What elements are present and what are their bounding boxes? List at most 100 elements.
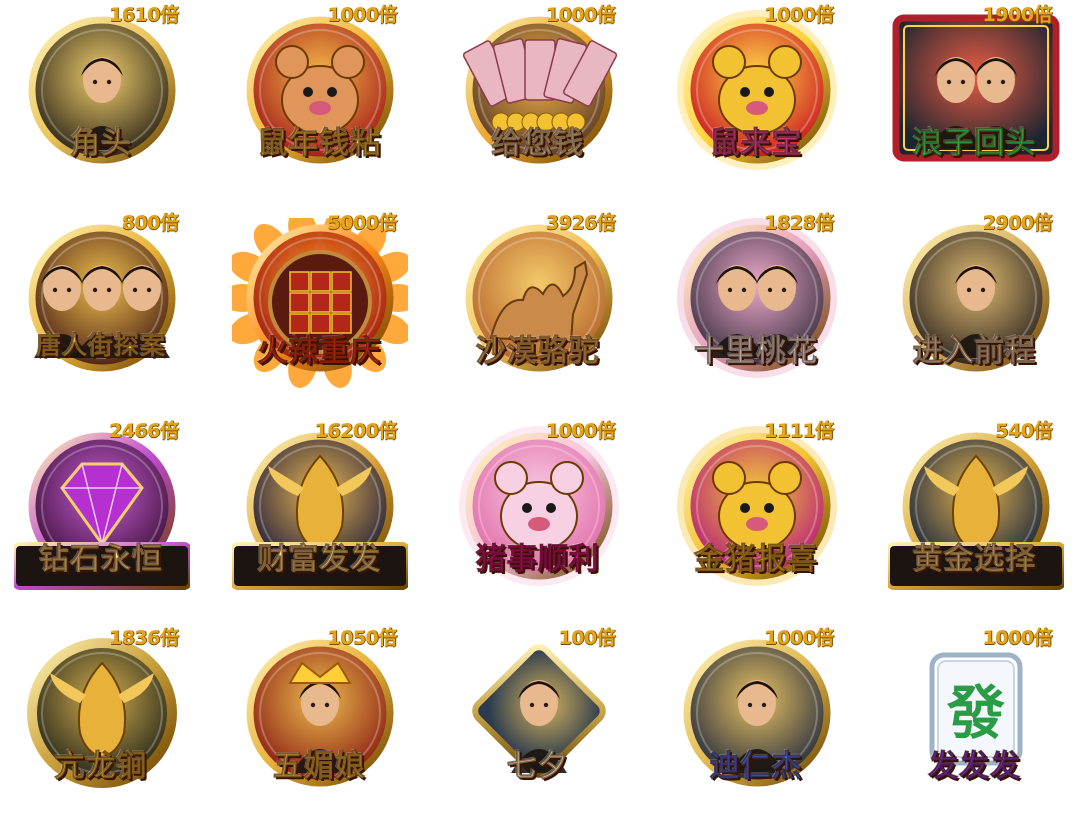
game-tile[interactable]: 5000倍火辣重庆	[218, 208, 436, 416]
game-title: 浪子回头	[912, 126, 1037, 162]
game-title: 迪仁杰	[709, 749, 803, 785]
multiplier-suffix: 倍	[815, 419, 834, 442]
multiplier-suffix: 倍	[378, 627, 397, 650]
detective-trio-icon	[14, 218, 190, 394]
multiplier-suffix: 倍	[815, 4, 834, 26]
multiplier-value: 1000	[327, 4, 379, 26]
game-title: 猪事顺利	[475, 541, 600, 577]
payout-multiplier: 1000倍	[764, 0, 834, 27]
multiplier-value: 5000	[327, 211, 379, 234]
multiplier-suffix: 倍	[378, 211, 397, 234]
payout-multiplier: 800倍	[122, 208, 179, 235]
game-title: 沙漠骆驼	[475, 333, 600, 369]
game-tile[interactable]: 2900倍进入前程	[874, 208, 1092, 416]
multiplier-suffix: 倍	[159, 627, 179, 650]
game-title: 钻石永恒	[39, 541, 163, 577]
payout-multiplier: 1111倍	[764, 416, 834, 443]
multiplier-value: 1828	[764, 211, 816, 234]
multiplier-value: 2466	[108, 419, 160, 442]
game-title: 鼠年钱粘	[257, 126, 382, 162]
game-grid: 1610倍 角头 1000倍 鼠年钱粘 1000倍 给您钱 1000倍 鼠来宝 1900倍 浪子回…	[0, 0, 1092, 831]
game-title: 亢龙锏	[54, 749, 148, 785]
multiplier-value: 1111	[764, 419, 816, 442]
game-tile[interactable]: 1000倍给您钱	[437, 0, 655, 208]
multiplier-suffix: 倍	[159, 211, 179, 234]
game-title: 角头	[70, 126, 132, 162]
multiplier-suffix: 倍	[596, 627, 616, 650]
game-tile[interactable]: 1000倍鼠年钱粘	[218, 0, 436, 208]
payout-multiplier: 2466倍	[108, 416, 179, 443]
game-tile[interactable]: 540倍黄金选择	[874, 416, 1092, 624]
multiplier-value: 1000	[982, 627, 1034, 650]
multiplier-value: 1000	[545, 4, 597, 26]
payout-multiplier: 100倍	[558, 623, 615, 650]
game-tile[interactable]: 1900倍浪子回头	[874, 0, 1092, 208]
multiplier-value: 1610	[108, 4, 160, 26]
multiplier-value: 540	[995, 419, 1034, 442]
payout-multiplier: 1050倍	[327, 623, 397, 650]
game-tile[interactable]: 1000倍鼠来宝	[655, 0, 873, 208]
payout-multiplier: 1000倍	[982, 623, 1053, 650]
payout-multiplier: 1000倍	[546, 416, 616, 443]
payout-multiplier: 1836倍	[108, 623, 179, 650]
game-title: 财富发发	[257, 541, 382, 577]
multiplier-value: 1836	[108, 627, 160, 650]
multiplier-value: 2900	[982, 211, 1034, 234]
game-tile[interactable]: 1610倍角头	[0, 0, 218, 208]
payout-multiplier: 2900倍	[982, 208, 1053, 235]
game-tile[interactable]: 16200倍财富发发	[218, 416, 436, 624]
game-title: 黄金选择	[912, 541, 1037, 577]
multiplier-suffix: 倍	[1033, 211, 1052, 234]
game-title: 五媚娘	[272, 749, 366, 785]
game-title: 唐人街探案	[35, 330, 166, 360]
game-tile[interactable]: 1000倍猪事顺利	[437, 416, 655, 624]
multiplier-value: 1900	[982, 4, 1034, 26]
game-tile[interactable]: 1836倍亢龙锏	[0, 623, 218, 831]
multiplier-suffix: 倍	[1033, 4, 1052, 26]
game-title: 十里桃花	[694, 333, 819, 369]
game-title: 金猪报喜	[694, 541, 819, 577]
payout-multiplier: 1900倍	[982, 0, 1053, 27]
game-tile[interactable]: 1111倍金猪报喜	[655, 416, 873, 624]
game-title: 发发发	[928, 749, 1022, 785]
game-title: 七夕	[506, 749, 569, 785]
game-title: 鼠来宝	[709, 126, 803, 162]
game-title: 进入前程	[912, 333, 1037, 369]
game-tile[interactable]: 1000倍迪仁杰	[655, 623, 873, 831]
payout-multiplier: 3926倍	[546, 208, 616, 235]
multiplier-suffix: 倍	[596, 419, 616, 442]
multiplier-value: 100	[558, 627, 597, 650]
svg-text:發: 發	[946, 679, 1005, 747]
payout-multiplier: 540倍	[995, 416, 1052, 443]
multiplier-suffix: 倍	[378, 4, 397, 26]
game-tile[interactable]: 100倍七夕	[437, 623, 655, 831]
payout-multiplier: 1000倍	[545, 0, 616, 27]
game-tile[interactable]: 3926倍沙漠骆驼	[437, 208, 655, 416]
multiplier-suffix: 倍	[596, 4, 616, 26]
game-tile[interactable]: 發 1000倍发发发	[874, 623, 1092, 831]
game-tile[interactable]: 2466倍钻石永恒	[0, 416, 218, 624]
multiplier-suffix: 倍	[815, 627, 834, 650]
game-tile[interactable]: 800倍唐人街探案	[0, 208, 218, 416]
payout-multiplier: 1000倍	[764, 623, 834, 650]
multiplier-suffix: 倍	[1033, 627, 1052, 650]
payout-multiplier: 16200倍	[314, 416, 398, 443]
payout-multiplier: 1000倍	[327, 0, 397, 27]
payout-multiplier: 1610倍	[108, 0, 179, 27]
multiplier-suffix: 倍	[1033, 419, 1052, 442]
multiplier-value: 1000	[764, 627, 816, 650]
multiplier-value: 1050	[327, 627, 379, 650]
game-title: 给您钱	[491, 126, 585, 162]
multiplier-suffix: 倍	[378, 419, 397, 442]
payout-multiplier: 1828倍	[764, 208, 834, 235]
game-title: 火辣重庆	[257, 333, 382, 369]
payout-multiplier: 5000倍	[327, 208, 397, 235]
game-tile[interactable]: 1050倍五媚娘	[218, 623, 436, 831]
multiplier-suffix: 倍	[815, 211, 834, 234]
multiplier-value: 1000	[764, 4, 816, 26]
multiplier-value: 800	[121, 211, 161, 234]
multiplier-suffix: 倍	[159, 4, 179, 26]
multiplier-value: 16200	[314, 419, 379, 442]
game-tile[interactable]: 1828倍十里桃花	[655, 208, 873, 416]
multiplier-suffix: 倍	[159, 419, 179, 442]
